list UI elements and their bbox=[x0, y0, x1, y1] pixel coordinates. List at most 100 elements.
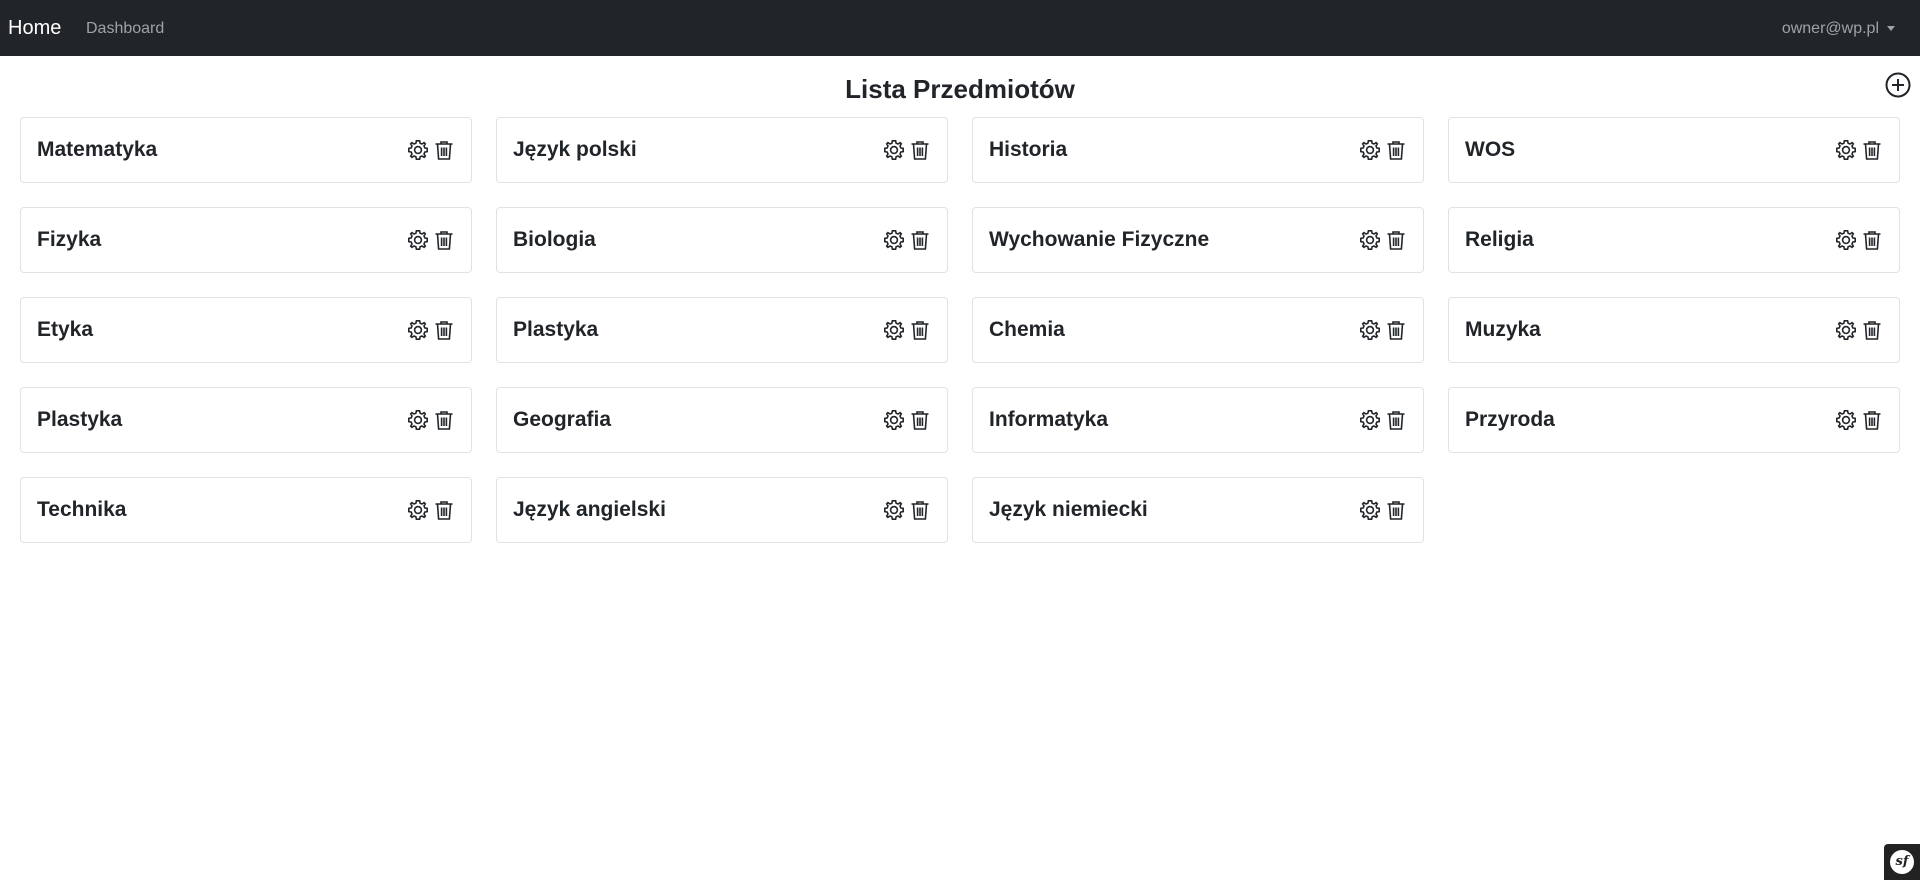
subject-actions bbox=[1359, 139, 1407, 161]
trash-icon bbox=[911, 501, 929, 520]
gear-icon bbox=[884, 410, 904, 430]
edit-subject-button[interactable] bbox=[1359, 499, 1381, 521]
delete-subject-button[interactable] bbox=[1385, 319, 1407, 341]
edit-subject-button[interactable] bbox=[1359, 229, 1381, 251]
subject-actions bbox=[883, 319, 931, 341]
edit-subject-button[interactable] bbox=[407, 229, 429, 251]
gear-icon bbox=[408, 230, 428, 250]
caret-down-icon bbox=[1887, 26, 1895, 31]
subject-name: Historia bbox=[989, 138, 1068, 161]
trash-icon bbox=[435, 501, 453, 520]
subject-name: Wychowanie Fizyczne bbox=[989, 228, 1210, 251]
subject-name: Język niemiecki bbox=[989, 498, 1148, 521]
trash-icon bbox=[1387, 141, 1405, 160]
subject-card: Etyka bbox=[20, 297, 472, 363]
subject-card: Przyroda bbox=[1448, 387, 1900, 453]
gear-icon bbox=[1836, 410, 1856, 430]
edit-subject-button[interactable] bbox=[1835, 139, 1857, 161]
delete-subject-button[interactable] bbox=[433, 229, 455, 251]
edit-subject-button[interactable] bbox=[883, 319, 905, 341]
dashboard-link[interactable]: Dashboard bbox=[86, 19, 164, 38]
delete-subject-button[interactable] bbox=[433, 139, 455, 161]
delete-subject-button[interactable] bbox=[909, 499, 931, 521]
edit-subject-button[interactable] bbox=[883, 499, 905, 521]
gear-icon bbox=[884, 320, 904, 340]
delete-subject-button[interactable] bbox=[909, 409, 931, 431]
trash-icon bbox=[435, 321, 453, 340]
subject-card: Język angielski bbox=[496, 477, 948, 543]
gear-icon bbox=[884, 500, 904, 520]
subject-actions bbox=[407, 499, 455, 521]
trash-icon bbox=[435, 411, 453, 430]
trash-icon bbox=[1387, 411, 1405, 430]
delete-subject-button[interactable] bbox=[1385, 499, 1407, 521]
delete-subject-button[interactable] bbox=[433, 409, 455, 431]
subject-actions bbox=[1359, 319, 1407, 341]
gear-icon bbox=[1360, 320, 1380, 340]
gear-icon bbox=[1360, 500, 1380, 520]
subject-actions bbox=[407, 319, 455, 341]
symfony-toolbar-button[interactable]: sf bbox=[1884, 844, 1920, 880]
edit-subject-button[interactable] bbox=[407, 319, 429, 341]
subject-name: Etyka bbox=[37, 318, 94, 341]
subject-name: Chemia bbox=[989, 318, 1065, 341]
subject-card: Plastyka bbox=[20, 387, 472, 453]
subject-actions bbox=[1835, 409, 1883, 431]
edit-subject-button[interactable] bbox=[1835, 319, 1857, 341]
gear-icon bbox=[884, 230, 904, 250]
subject-actions bbox=[883, 409, 931, 431]
gear-icon bbox=[408, 500, 428, 520]
gear-icon bbox=[1360, 410, 1380, 430]
edit-subject-button[interactable] bbox=[1359, 319, 1381, 341]
gear-icon bbox=[1360, 230, 1380, 250]
trash-icon bbox=[911, 321, 929, 340]
gear-icon bbox=[1836, 230, 1856, 250]
subject-actions bbox=[407, 229, 455, 251]
subject-actions bbox=[1359, 229, 1407, 251]
delete-subject-button[interactable] bbox=[1861, 229, 1883, 251]
page-title: Lista Przedmiotów bbox=[845, 74, 1075, 104]
edit-subject-button[interactable] bbox=[1359, 409, 1381, 431]
delete-subject-button[interactable] bbox=[1385, 409, 1407, 431]
delete-subject-button[interactable] bbox=[1861, 319, 1883, 341]
delete-subject-button[interactable] bbox=[1861, 139, 1883, 161]
trash-icon bbox=[1387, 321, 1405, 340]
delete-subject-button[interactable] bbox=[1385, 229, 1407, 251]
subject-actions bbox=[883, 499, 931, 521]
edit-subject-button[interactable] bbox=[1835, 409, 1857, 431]
edit-subject-button[interactable] bbox=[407, 499, 429, 521]
subject-name: Geografia bbox=[513, 408, 612, 431]
subject-name: Plastyka bbox=[513, 318, 599, 341]
plus-circle-icon bbox=[1885, 72, 1911, 98]
subject-name: Przyroda bbox=[1465, 408, 1555, 431]
trash-icon bbox=[911, 141, 929, 160]
delete-subject-button[interactable] bbox=[433, 499, 455, 521]
edit-subject-button[interactable] bbox=[1835, 229, 1857, 251]
delete-subject-button[interactable] bbox=[1861, 409, 1883, 431]
delete-subject-button[interactable] bbox=[1385, 139, 1407, 161]
subject-name: Informatyka bbox=[989, 408, 1109, 431]
delete-subject-button[interactable] bbox=[909, 139, 931, 161]
add-subject-button[interactable] bbox=[1884, 71, 1912, 99]
edit-subject-button[interactable] bbox=[1359, 139, 1381, 161]
edit-subject-button[interactable] bbox=[407, 139, 429, 161]
user-dropdown[interactable]: owner@wp.pl bbox=[1782, 19, 1895, 38]
delete-subject-button[interactable] bbox=[909, 319, 931, 341]
trash-icon bbox=[1863, 411, 1881, 430]
subject-actions bbox=[883, 229, 931, 251]
edit-subject-button[interactable] bbox=[883, 139, 905, 161]
home-link[interactable]: Home bbox=[8, 16, 61, 40]
delete-subject-button[interactable] bbox=[433, 319, 455, 341]
trash-icon bbox=[435, 141, 453, 160]
edit-subject-button[interactable] bbox=[407, 409, 429, 431]
delete-subject-button[interactable] bbox=[909, 229, 931, 251]
subject-card: Muzyka bbox=[1448, 297, 1900, 363]
subject-card: Religia bbox=[1448, 207, 1900, 273]
edit-subject-button[interactable] bbox=[883, 409, 905, 431]
subject-card: Język niemiecki bbox=[972, 477, 1424, 543]
edit-subject-button[interactable] bbox=[883, 229, 905, 251]
subject-card: Matematyka bbox=[20, 117, 472, 183]
subject-actions bbox=[1835, 229, 1883, 251]
subject-name: WOS bbox=[1465, 138, 1516, 161]
subject-name: Muzyka bbox=[1465, 318, 1541, 341]
